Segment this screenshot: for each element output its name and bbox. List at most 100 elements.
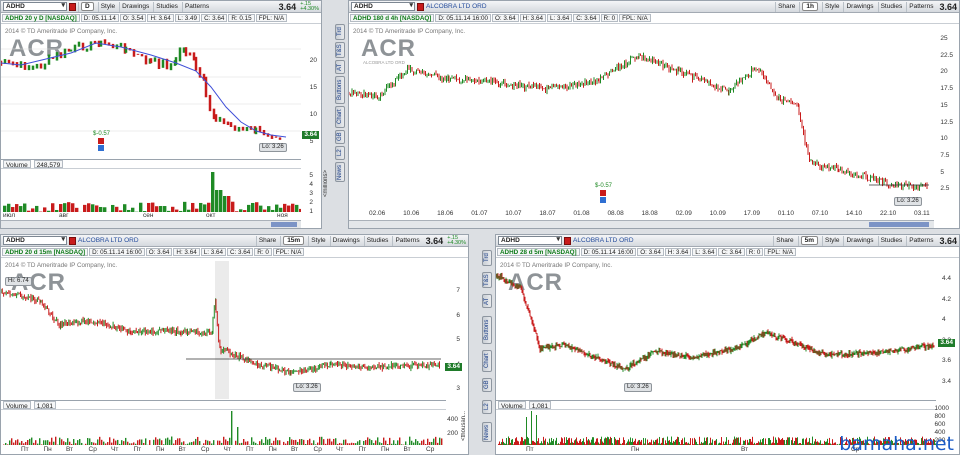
company-name: ALCOBRA LTD ORD xyxy=(573,237,634,244)
chart-title: ADHD 20 d 15m [NASDAQ] xyxy=(2,248,89,256)
link-color-icon[interactable] xyxy=(69,236,76,245)
x-tick-label: Пн xyxy=(43,446,52,453)
tab-chart[interactable]: Chart xyxy=(482,350,492,372)
studies-button[interactable]: Studies xyxy=(363,235,391,246)
drawings-button[interactable]: Drawings xyxy=(843,235,875,246)
tab-buttons[interactable]: Buttons xyxy=(482,316,492,344)
patterns-button[interactable]: Patterns xyxy=(181,1,211,12)
price-chart[interactable] xyxy=(496,261,936,399)
tab-gb[interactable]: GB xyxy=(482,378,492,392)
candles xyxy=(1,39,282,140)
tab-at[interactable]: AT xyxy=(482,294,492,308)
link-color-icon[interactable] xyxy=(69,2,76,11)
tab-news[interactable]: News xyxy=(335,162,345,182)
open-value: O: 3.64 xyxy=(637,248,664,256)
price-change: +.15 +4.30% xyxy=(300,0,319,12)
x-tick-label: Вт xyxy=(403,446,411,453)
tab-trd[interactable]: Trd xyxy=(482,250,492,266)
x-tick-label: 02.09 xyxy=(675,210,692,217)
info-bar: ADHD 20 d 15m [NASDAQ] D: 05.11.14 16:00… xyxy=(1,247,468,258)
low-value: L: 3.64 xyxy=(546,14,573,22)
low-marker: Lo: 3.26 xyxy=(624,383,652,392)
x-tick-label: 17.09 xyxy=(743,210,760,217)
date-value: D: 05.11.14 16:00 xyxy=(89,248,145,256)
x-tick-label: 01.10 xyxy=(777,210,795,217)
style-button[interactable]: Style xyxy=(822,1,841,12)
range-value: R: 0 xyxy=(600,14,619,22)
fpl-value: FPL: N/A xyxy=(764,248,796,256)
studies-button[interactable]: Studies xyxy=(877,1,905,12)
style-button[interactable]: Style xyxy=(97,1,117,12)
earnings-marker[interactable]: $-0.57 xyxy=(595,183,612,203)
share-button[interactable]: Share xyxy=(255,235,278,246)
period-selector[interactable]: 15m xyxy=(280,235,306,246)
studies-button[interactable]: Studies xyxy=(877,235,905,246)
period-selector[interactable]: D xyxy=(78,1,96,12)
earnings-marker[interactable]: $-0.57 xyxy=(93,131,110,151)
x-tick-label: Чт xyxy=(336,446,344,453)
x-tick-label: Вт xyxy=(66,446,74,453)
volume-header: Volume 1,081 xyxy=(496,400,936,410)
tab-chart[interactable]: Chart xyxy=(335,106,345,128)
volume-header: Volume 1,081 xyxy=(1,400,446,410)
range-value: R: 0.15 xyxy=(228,14,255,22)
tab-at[interactable]: AT xyxy=(335,60,345,74)
x-tick-label: 07.10 xyxy=(811,210,829,217)
volume-axis: 400 200 xyxy=(447,416,458,437)
last-price-tag: 3.64 xyxy=(302,131,319,139)
patterns-button[interactable]: Patterns xyxy=(392,235,421,246)
symbol-input[interactable]: ADHD xyxy=(3,236,67,245)
volume-unit-label: <thousan... xyxy=(461,411,467,441)
period-selector[interactable]: 1h xyxy=(799,1,820,12)
x-tick-label: Пт xyxy=(21,446,29,453)
share-button[interactable]: Share xyxy=(775,1,797,12)
symbol-input[interactable]: ADHD xyxy=(498,236,562,245)
share-button[interactable]: Share xyxy=(773,235,795,246)
symbol-input[interactable]: ADHD xyxy=(351,2,415,11)
tab-l2[interactable]: L2 xyxy=(482,400,492,414)
tab-gb[interactable]: GB xyxy=(335,130,345,144)
x-tick-label: 14.10 xyxy=(845,210,863,217)
date-value: D: 05.11.14 xyxy=(80,14,119,22)
style-button[interactable]: Style xyxy=(822,235,841,246)
volume-chart xyxy=(3,411,443,445)
drawings-button[interactable]: Drawings xyxy=(329,235,362,246)
link-color-icon[interactable] xyxy=(564,236,571,245)
volume-chart xyxy=(3,172,301,212)
x-tick-label: 10.06 xyxy=(403,210,420,217)
low-value: L: 3.64 xyxy=(200,248,226,256)
range-value: R: 0 xyxy=(745,248,764,256)
last-price-tag: 3.64 xyxy=(445,363,462,371)
chart-panel-4h: ADHD ALCOBRA LTD ORD Share 1h Style Draw… xyxy=(348,0,960,229)
open-value: O: 3.54 xyxy=(119,14,147,22)
period-selector[interactable]: 5m xyxy=(797,235,820,246)
volume-header: Volume 248,579 xyxy=(1,159,301,169)
tab-ts[interactable]: T&S xyxy=(482,272,492,288)
x-tick-label: 03.11 xyxy=(914,210,930,217)
x-axis: 02.06 10.06 18.06 01.07 10.07 18.07 01.08 08.08… xyxy=(349,210,934,218)
patterns-button[interactable]: Patterns xyxy=(906,1,935,12)
tab-news[interactable]: News xyxy=(482,422,492,442)
tab-trd[interactable]: Trd xyxy=(335,24,345,40)
chart-title: ADHD 28 d 5m [NASDAQ] xyxy=(497,248,580,256)
drawings-button[interactable]: Drawings xyxy=(119,1,151,12)
studies-button[interactable]: Studies xyxy=(153,1,180,12)
style-button[interactable]: Style xyxy=(308,235,327,246)
scrollbar[interactable] xyxy=(349,220,934,228)
x-tick-label: 10.09 xyxy=(709,210,726,217)
drawings-button[interactable]: Drawings xyxy=(843,1,875,12)
tab-l2[interactable]: L2 xyxy=(335,146,345,160)
price-chart[interactable] xyxy=(1,27,301,155)
price-chart[interactable] xyxy=(349,27,934,207)
high-value: H: 3.64 xyxy=(147,14,174,22)
tab-buttons[interactable]: Buttons xyxy=(335,76,345,104)
scrollbar[interactable] xyxy=(1,220,301,228)
link-color-icon[interactable] xyxy=(417,2,424,11)
tab-ts[interactable]: T&S xyxy=(335,42,345,58)
x-tick-label: 18.06 xyxy=(437,210,454,217)
symbol-input[interactable]: ADHD xyxy=(3,2,67,11)
y-axis: 25 22.5 20 17.5 15 12.5 10 7.5 5 2.5 xyxy=(940,35,953,193)
low-marker: Lo: 3.26 xyxy=(259,143,287,152)
patterns-button[interactable]: Patterns xyxy=(906,235,935,246)
price-chart[interactable] xyxy=(1,261,446,399)
